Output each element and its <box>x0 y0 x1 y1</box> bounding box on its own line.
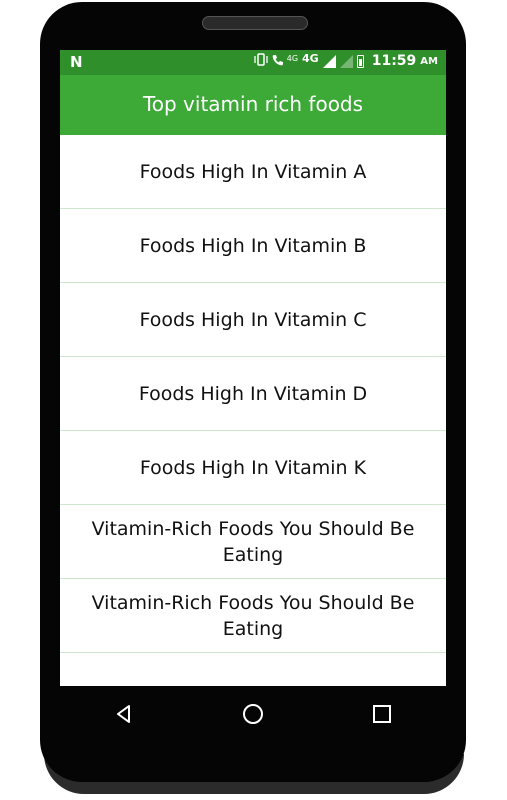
signal-icon <box>322 54 336 68</box>
list-item-label: Foods High In Vitamin D <box>138 382 368 405</box>
phone-frame: N 4G 4G 11:59 AM Top vitamin rich foods <box>40 2 466 782</box>
list-item-label: Vitamin-Rich Foods You Should Be Eating <box>91 517 415 566</box>
screen: N 4G 4G 11:59 AM Top vitamin rich foods <box>60 50 446 686</box>
list-item-label: Foods High In Vitamin K <box>139 456 367 479</box>
signal-empty-icon <box>339 54 353 68</box>
network-small-label: 4G <box>286 53 299 63</box>
list-item-label: Foods High In Vitamin A <box>139 160 367 183</box>
app-title: Top vitamin rich foods <box>142 92 364 116</box>
list-item[interactable]: Foods High In Vitamin C <box>60 283 446 357</box>
recents-icon <box>372 705 391 723</box>
list-item[interactable]: Foods High In Vitamin B <box>60 209 446 283</box>
status-icons: 4G 4G 11:59 AM <box>254 51 438 69</box>
home-button[interactable] <box>233 694 273 734</box>
back-icon <box>117 705 131 723</box>
notification-icon: N <box>70 53 83 71</box>
list-item-label: Vitamin-Rich Foods You Should Be Eating <box>91 591 415 640</box>
list-item[interactable]: Foods High In Vitamin D <box>60 357 446 431</box>
vibrate-icon <box>254 53 268 69</box>
list-item[interactable]: Vitamin-Rich Foods You Should Be Eating <box>60 505 446 579</box>
home-icon <box>242 704 263 724</box>
phone-speaker <box>202 16 308 30</box>
call-icon <box>272 54 283 69</box>
list-item-label: Foods High In Vitamin C <box>139 308 367 331</box>
list-item[interactable]: Foods High In Vitamin K <box>60 431 446 505</box>
list-item[interactable] <box>60 653 446 686</box>
vitamin-list: Foods High In Vitamin A Foods High In Vi… <box>60 135 446 686</box>
back-button[interactable] <box>104 694 144 734</box>
nav-bar <box>60 686 446 742</box>
list-item-label: Foods High In Vitamin B <box>139 234 367 257</box>
list-item[interactable]: Vitamin-Rich Foods You Should Be Eating <box>60 579 446 653</box>
list-item[interactable]: Foods High In Vitamin A <box>60 135 446 209</box>
status-time: 11:59 <box>371 53 417 69</box>
recents-button[interactable] <box>362 694 402 734</box>
status-ampm: AM <box>420 55 438 67</box>
battery-icon <box>356 54 364 68</box>
app-bar: Top vitamin rich foods <box>60 75 446 135</box>
status-bar: N 4G 4G 11:59 AM <box>60 50 446 75</box>
network-large-label: 4G <box>302 51 319 65</box>
